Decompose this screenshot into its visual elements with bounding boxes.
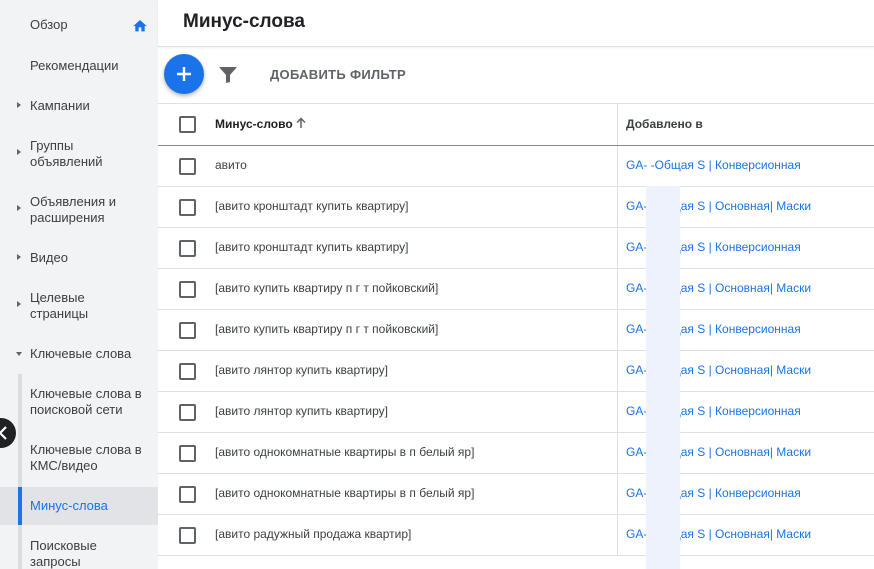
select-all-checkbox[interactable]: [179, 116, 196, 133]
negative-keywords-table: Минус-слово Добавлено в авито GA- -Общая…: [158, 103, 874, 556]
row-checkbox[interactable]: [179, 363, 196, 380]
arrow-up-icon[interactable]: [295, 117, 307, 129]
sidebar-subitem-search-keywords[interactable]: Ключевые слова в поисковой сети: [0, 386, 150, 418]
sidebar-item-recommendations[interactable]: Рекомендации: [0, 58, 158, 74]
row-checkbox[interactable]: [179, 281, 196, 298]
add-button[interactable]: [164, 54, 204, 94]
sidebar-item-label: Целевые страницы: [30, 290, 89, 321]
app-root: Обзор Рекомендации Кампании Группы объяв…: [0, 0, 874, 569]
column-divider: [617, 474, 618, 514]
column-divider: [617, 433, 618, 473]
sidebar-item-label: Ключевые слова в поисковой сети: [30, 386, 142, 417]
filter-icon[interactable]: [219, 67, 237, 83]
sidebar-subitem-display-keywords[interactable]: Ключевые слова в КМС/видео: [0, 442, 150, 474]
page-title: Минус-слова: [183, 11, 305, 32]
table-row: [авито лянтор купить квартиру] GA- -Обща…: [158, 351, 874, 392]
sidebar-item-label: Ключевые слова: [30, 346, 132, 361]
column-divider: [617, 104, 618, 145]
keyword-cell: [авито купить квартиру п г т пойковский]: [215, 281, 439, 295]
keyword-cell: [авито кронштадт купить квартиру]: [215, 240, 409, 254]
page-header: Минус-слова: [158, 0, 874, 47]
row-checkbox[interactable]: [179, 527, 196, 544]
column-divider: [617, 310, 618, 350]
sidebar-subitem-search-terms[interactable]: Поисковые запросы: [0, 538, 130, 569]
keyword-cell: [авито кронштадт купить квартиру]: [215, 199, 409, 213]
sidebar-item-landing-pages[interactable]: Целевые страницы: [0, 290, 120, 322]
table-row: [авито кронштадт купить квартиру] GA- -О…: [158, 228, 874, 269]
column-divider: [617, 187, 618, 227]
expand-arrow-icon: [17, 205, 21, 211]
column-divider: [617, 146, 618, 186]
expand-arrow-icon: [17, 254, 21, 260]
keyword-cell: [авито однокомнатные квартиры в п белый …: [215, 445, 475, 459]
sidebar-item-label: Минус-слова: [30, 498, 108, 513]
table-row: [авито кронштадт купить квартиру] GA- -О…: [158, 187, 874, 228]
sidebar-item-label: Группы объявлений: [30, 138, 103, 169]
home-icon[interactable]: [132, 18, 148, 34]
keyword-cell: [авито лянтор купить квартиру]: [215, 363, 388, 377]
row-checkbox[interactable]: [179, 199, 196, 216]
table-row: [авито однокомнатные квартиры в п белый …: [158, 433, 874, 474]
column-header-added-to[interactable]: Добавлено в: [626, 117, 703, 131]
collapse-arrow-icon: [16, 352, 22, 356]
sidebar-item-label: Ключевые слова в КМС/видео: [30, 442, 142, 473]
main-content: Минус-слова ДОБАВИТЬ ФИЛЬТР Минус-слово …: [158, 0, 874, 569]
sidebar-item-video[interactable]: Видео: [0, 250, 158, 266]
sidebar-item-keywords[interactable]: Ключевые слова: [0, 346, 158, 362]
row-checkbox[interactable]: [179, 322, 196, 339]
row-checkbox[interactable]: [179, 240, 196, 257]
sidebar: Обзор Рекомендации Кампании Группы объяв…: [0, 0, 158, 569]
sidebar-item-label: Видео: [30, 250, 68, 265]
expand-arrow-icon: [17, 102, 21, 108]
column-header-keyword[interactable]: Минус-слово: [215, 117, 293, 131]
keyword-cell: [авито радужный продажа квартир]: [215, 527, 412, 541]
column-divider: [617, 515, 618, 555]
column-divider: [617, 351, 618, 391]
keyword-cell: [авито однокомнатные квартиры в п белый …: [215, 486, 475, 500]
sidebar-item-campaigns[interactable]: Кампании: [0, 98, 158, 114]
expand-arrow-icon: [17, 149, 21, 155]
table-row: [авито купить квартиру п г т пойковский]…: [158, 310, 874, 351]
sidebar-item-label: Кампании: [30, 98, 90, 113]
plus-icon: [177, 67, 191, 81]
table-row: [авито купить квартиру п г т пойковский]…: [158, 269, 874, 310]
table-row: [авито радужный продажа квартир] GA- -Об…: [158, 515, 874, 556]
sidebar-item-label: Объявления и расширения: [30, 194, 117, 225]
sidebar-item-label: Рекомендации: [30, 58, 119, 73]
added-to-link[interactable]: GA- -Общая S | Конверсионная: [626, 158, 801, 172]
sidebar-subitem-negative-keywords[interactable]: Минус-слова: [0, 487, 158, 525]
row-checkbox[interactable]: [179, 158, 196, 175]
row-checkbox[interactable]: [179, 486, 196, 503]
column-divider: [617, 392, 618, 432]
sidebar-item-label: Поисковые запросы: [30, 538, 97, 569]
chevron-left-icon: [0, 426, 7, 440]
add-filter-button[interactable]: ДОБАВИТЬ ФИЛЬТР: [270, 67, 406, 82]
redacted-area: [646, 186, 680, 569]
active-indicator: [18, 487, 22, 525]
keyword-cell: [авито лянтор купить квартиру]: [215, 404, 388, 418]
table-header-row: Минус-слово Добавлено в: [158, 103, 874, 146]
row-checkbox[interactable]: [179, 404, 196, 421]
table-row: [авито однокомнатные квартиры в п белый …: [158, 474, 874, 515]
column-divider: [617, 269, 618, 309]
table-row: авито GA- -Общая S | Конверсионная: [158, 146, 874, 187]
keyword-cell: [авито купить квартиру п г т пойковский]: [215, 322, 439, 336]
row-checkbox[interactable]: [179, 445, 196, 462]
sidebar-item-ad-groups[interactable]: Группы объявлений: [0, 138, 130, 170]
table-row: [авито лянтор купить квартиру] GA- -Обща…: [158, 392, 874, 433]
keyword-cell: авито: [215, 158, 247, 172]
sidebar-item-ads-extensions[interactable]: Объявления и расширения: [0, 194, 130, 226]
expand-arrow-icon: [17, 301, 21, 307]
column-divider: [617, 228, 618, 268]
